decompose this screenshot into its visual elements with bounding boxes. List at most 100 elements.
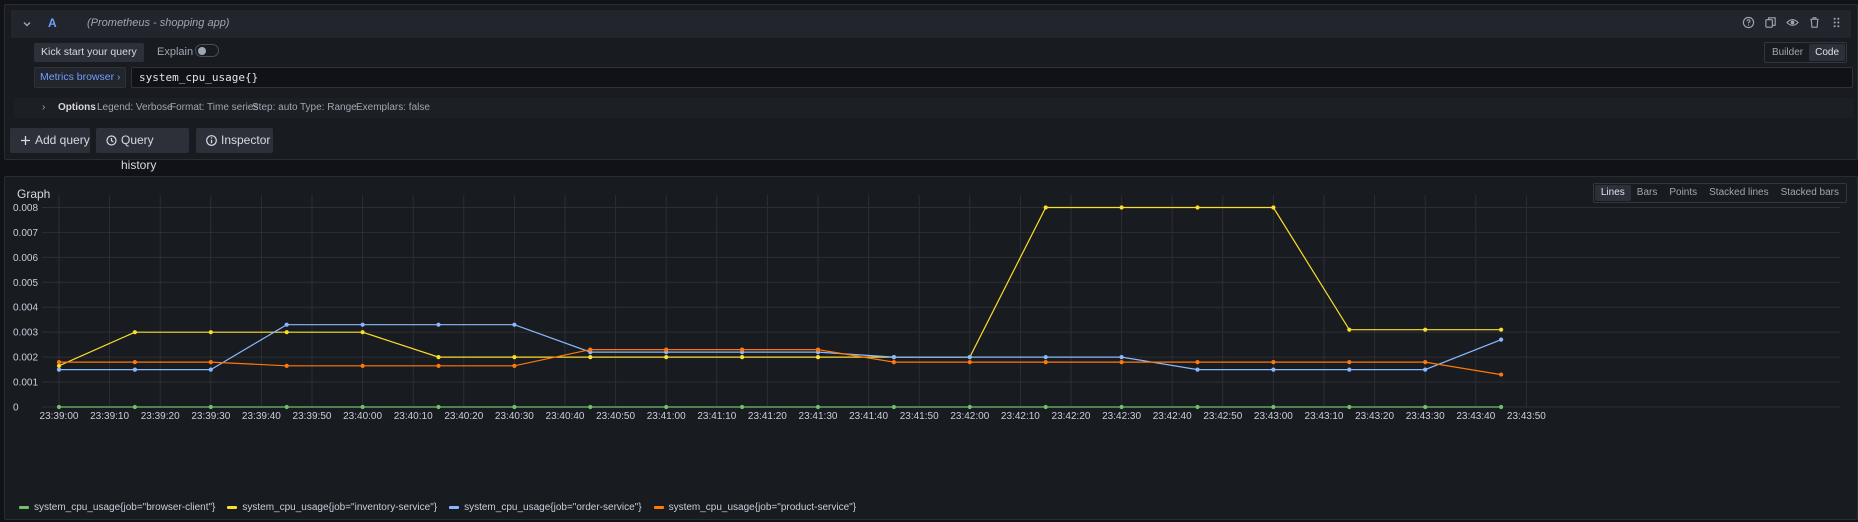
data-point bbox=[1119, 360, 1124, 365]
data-point bbox=[588, 355, 593, 360]
query-row-actions bbox=[1742, 16, 1843, 29]
explain-label: Explain bbox=[157, 46, 194, 58]
data-point bbox=[208, 367, 213, 372]
series-line bbox=[58, 206, 1502, 367]
data-point bbox=[284, 404, 289, 410]
x-tick-label: 23:40:00 bbox=[343, 411, 382, 422]
data-point bbox=[815, 355, 821, 360]
data-point bbox=[56, 360, 62, 365]
info-icon bbox=[206, 135, 217, 146]
query-options-row[interactable]: › Options Legend: Verbose Format: Time s… bbox=[14, 98, 1854, 118]
legend-swatch bbox=[19, 506, 29, 509]
inspector-button[interactable]: Inspector bbox=[196, 128, 273, 153]
kick-start-button[interactable]: Kick start your query bbox=[34, 43, 144, 62]
data-point bbox=[1499, 372, 1504, 377]
x-tick-label: 23:42:50 bbox=[1203, 411, 1242, 422]
metrics-browser-button[interactable]: Metrics browser › bbox=[34, 67, 126, 88]
data-point bbox=[1195, 360, 1200, 365]
data-point bbox=[664, 355, 669, 360]
mode-code-button[interactable]: Code bbox=[1809, 44, 1845, 61]
query-ref-id[interactable]: A bbox=[48, 16, 57, 30]
x-tick-label: 23:40:20 bbox=[444, 411, 483, 422]
data-point bbox=[1423, 367, 1428, 372]
x-tick-label: 23:41:00 bbox=[647, 411, 686, 422]
data-point bbox=[1347, 367, 1352, 372]
option-exemplars: Exemplars: false bbox=[356, 102, 430, 113]
x-tick-label: 23:41:20 bbox=[748, 411, 787, 422]
data-point bbox=[56, 404, 62, 410]
data-point bbox=[56, 367, 62, 372]
help-icon[interactable] bbox=[1742, 16, 1755, 29]
explain-toggle[interactable] bbox=[195, 44, 219, 57]
data-point bbox=[1195, 404, 1200, 410]
data-point bbox=[740, 347, 745, 352]
data-point bbox=[1423, 360, 1428, 365]
graph-panel: Graph Lines Bars Points Stacked lines St… bbox=[4, 176, 1858, 520]
metrics-browser-label: Metrics browser bbox=[40, 71, 115, 83]
data-point bbox=[1499, 337, 1504, 342]
data-point bbox=[1499, 327, 1504, 332]
data-point bbox=[512, 355, 517, 360]
data-point bbox=[512, 322, 517, 327]
legend-label: system_cpu_usage{job="inventory-service"… bbox=[242, 502, 438, 513]
data-point bbox=[56, 363, 62, 368]
x-tick-label: 23:39:10 bbox=[90, 411, 129, 422]
option-legend: Legend: Verbose bbox=[97, 102, 173, 113]
y-tick-label: 0.001 bbox=[13, 378, 38, 389]
data-point bbox=[1043, 205, 1048, 210]
data-point bbox=[1347, 327, 1352, 332]
query-row-header: A (Prometheus - shopping app) bbox=[11, 10, 1851, 38]
data-point bbox=[208, 404, 213, 410]
data-point bbox=[891, 404, 897, 410]
data-point bbox=[512, 363, 517, 368]
x-tick-label: 23:42:30 bbox=[1102, 411, 1141, 422]
data-point bbox=[740, 355, 745, 360]
data-point bbox=[1119, 205, 1124, 210]
drag-handle-icon[interactable] bbox=[1830, 16, 1843, 29]
x-tick-label: 23:43:00 bbox=[1254, 411, 1293, 422]
add-query-button[interactable]: Add query bbox=[10, 128, 90, 153]
x-tick-label: 23:42:40 bbox=[1153, 411, 1192, 422]
x-tick-label: 23:39:40 bbox=[242, 411, 281, 422]
eye-icon[interactable] bbox=[1786, 16, 1799, 29]
data-point bbox=[208, 360, 213, 365]
x-tick-label: 23:41:40 bbox=[849, 411, 888, 422]
y-tick-label: 0.007 bbox=[13, 228, 38, 239]
data-point bbox=[1043, 355, 1048, 360]
duplicate-icon[interactable] bbox=[1764, 16, 1777, 29]
editor-mode-switch: Builder Code bbox=[1763, 42, 1847, 63]
legend-swatch bbox=[227, 506, 238, 509]
trash-icon[interactable] bbox=[1808, 16, 1821, 29]
data-point bbox=[1043, 404, 1048, 410]
x-tick-label: 23:39:20 bbox=[141, 411, 180, 422]
option-step: Step: auto bbox=[252, 102, 298, 113]
toggle-knob bbox=[198, 47, 206, 55]
data-point bbox=[1043, 360, 1048, 365]
legend-item[interactable]: system_cpu_usage{job="browser-client"} bbox=[19, 502, 215, 513]
x-tick-label: 23:43:10 bbox=[1305, 411, 1344, 422]
data-point bbox=[360, 330, 365, 335]
legend-item[interactable]: system_cpu_usage{job="product-service"} bbox=[653, 502, 856, 513]
options-title: Options bbox=[58, 102, 96, 113]
mode-builder-button[interactable]: Builder bbox=[1766, 44, 1809, 61]
query-history-button[interactable]: Query history bbox=[96, 128, 189, 172]
query-expression-input[interactable]: system_cpu_usage{} bbox=[131, 67, 1853, 88]
legend-item[interactable]: system_cpu_usage{job="inventory-service"… bbox=[227, 502, 437, 513]
data-point bbox=[1119, 355, 1124, 360]
legend-item[interactable]: system_cpu_usage{job="order-service"} bbox=[449, 502, 642, 513]
x-tick-label: 23:39:00 bbox=[40, 411, 79, 422]
data-point bbox=[1499, 404, 1504, 410]
add-query-label: Add query bbox=[35, 133, 90, 147]
inspector-label: Inspector bbox=[221, 133, 271, 147]
data-point bbox=[1195, 205, 1200, 210]
data-point bbox=[1423, 404, 1428, 410]
x-tick-label: 23:40:40 bbox=[546, 411, 585, 422]
chevron-down-icon[interactable] bbox=[21, 18, 33, 30]
x-tick-label: 23:41:50 bbox=[900, 411, 939, 422]
data-point bbox=[512, 404, 517, 410]
legend-label: system_cpu_usage{job="browser-client"} bbox=[34, 502, 216, 513]
y-tick-label: 0.008 bbox=[13, 203, 38, 214]
time-series-chart[interactable]: 0 0.001 0.002 0.003 0.004 0.005 0.006 0.007 0.00… bbox=[5, 177, 1857, 499]
plus-icon bbox=[21, 136, 30, 145]
data-point bbox=[891, 355, 897, 360]
